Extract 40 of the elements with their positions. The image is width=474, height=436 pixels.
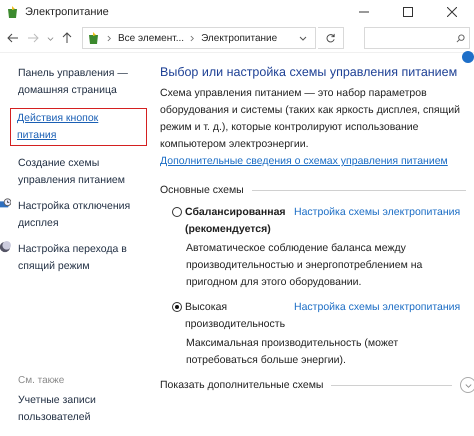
section-heading: Основные схемы (160, 184, 244, 196)
power-options-icon (6, 5, 20, 19)
radio-button[interactable] (172, 207, 182, 217)
window-title: Электропитание (25, 6, 109, 18)
more-info-link[interactable]: Дополнительные сведения о схемах управления питанием (160, 153, 448, 170)
maximize-icon[interactable] (403, 7, 413, 17)
up-arrow-icon[interactable] (61, 32, 73, 44)
scheme-description: Автоматическое соблюдение баланса между производительностью и энергопотреблением на пригодном для этого оборудовании. (186, 241, 424, 290)
caret-icon[interactable] (46, 34, 54, 42)
radio-button[interactable] (172, 302, 182, 312)
breadcrumb[interactable]: Электропитание (201, 32, 278, 44)
refresh-button[interactable] (318, 27, 344, 49)
close-icon[interactable] (447, 7, 457, 17)
page-heading: Выбор или настройка схемы управления питанием (160, 65, 458, 79)
chevron-icon (190, 34, 196, 42)
sidebar-link[interactable]: Настройка перехода в спящий режим (10, 241, 147, 275)
sidebar-link[interactable]: Действия кнопок питания (10, 108, 147, 146)
moon-icon (0, 241, 11, 253)
see-also-heading: См. также (17, 375, 66, 386)
address-bar[interactable]: Все элемент... Электропитание (82, 27, 316, 49)
plan-settings-link[interactable]: Настройка схемы электропитания (294, 299, 460, 316)
scheme-description: Максимальная производительность (может потребоваться больше энергии). (186, 336, 400, 368)
back-arrow-icon[interactable] (7, 32, 19, 44)
refresh-icon (325, 32, 336, 44)
plan-settings-link[interactable]: Настройка схемы электропитания (294, 204, 460, 221)
sidebar-link[interactable]: Настройка отключения дисплея (10, 198, 147, 232)
sidebar-link[interactable]: Панель управления — домашняя страница (10, 65, 147, 99)
search-icon (456, 34, 465, 42)
breadcrumb[interactable]: Все элемент... (118, 32, 184, 44)
sidebar-link[interactable]: Учетные записи пользователей (10, 392, 147, 426)
intro-text: Схема управления питанием — это набор параметров оборудования и системы (таких как яркость дисплея, спящий режим и т. д.), которые контролируют использование компьютером электроэнергии. Дополнительные сведения о схемах управления питанием (160, 85, 466, 170)
power-options-icon (87, 31, 101, 45)
expand-button[interactable] (460, 377, 474, 393)
search-field[interactable] (364, 27, 470, 49)
scheme-name: Сбалансированная (рекомендуется) (185, 205, 287, 237)
monitor-clock-icon (0, 198, 11, 210)
help-icon[interactable] (462, 51, 474, 63)
show-more-label: Показать дополнительные схемы (160, 379, 324, 391)
scheme-name: Высокая производительность (185, 300, 286, 332)
sidebar-link[interactable]: Создание схемы управления питанием (10, 155, 147, 189)
